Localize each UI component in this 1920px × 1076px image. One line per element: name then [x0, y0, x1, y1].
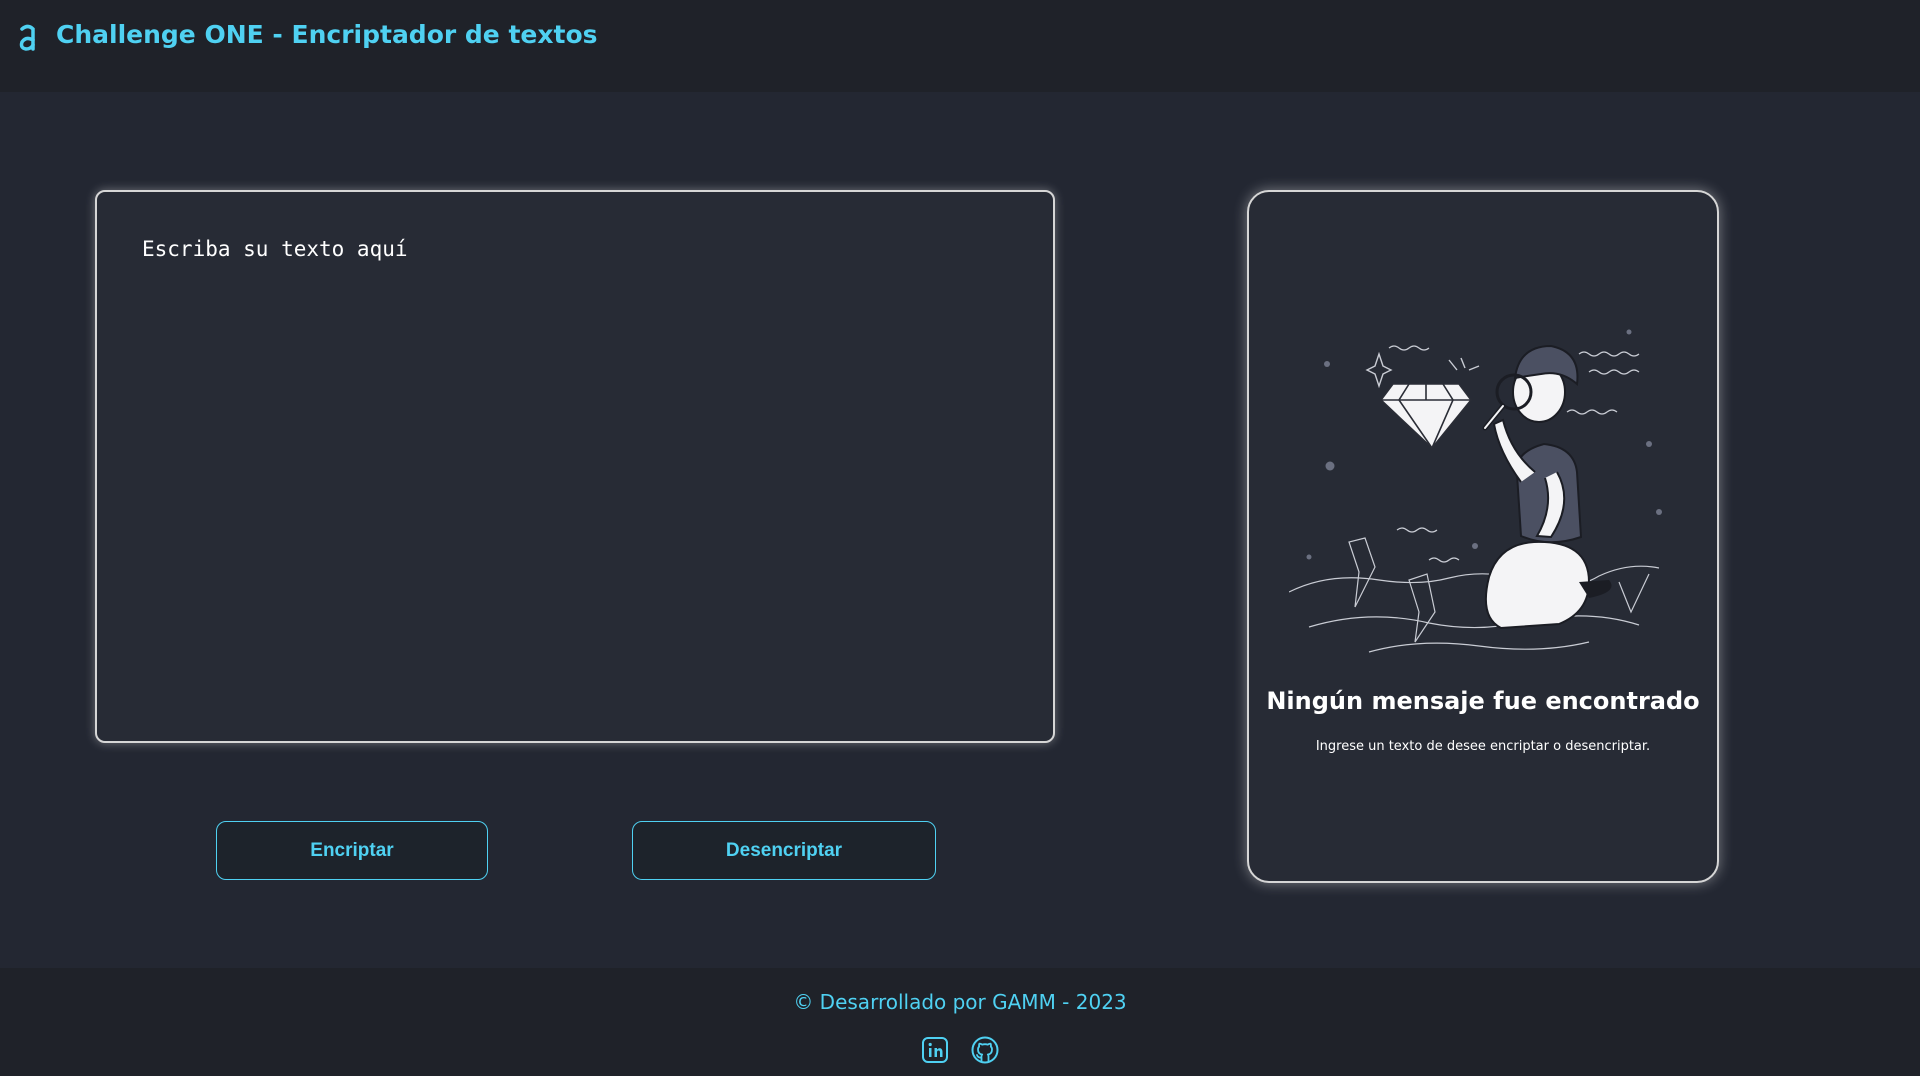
empty-message-title: Ningún mensaje fue encontrado	[1266, 687, 1700, 715]
text-input-card	[95, 190, 1055, 743]
footer-credit: © Desarrollado por GAMM - 2023	[793, 990, 1127, 1014]
alura-logo-icon	[19, 24, 35, 51]
text-input[interactable]	[97, 192, 1053, 741]
page-title: Challenge ONE - Encriptador de textos	[56, 20, 598, 49]
linkedin-link[interactable]	[920, 1035, 950, 1065]
linkedin-icon	[922, 1037, 948, 1063]
github-link[interactable]	[970, 1035, 1000, 1065]
app-header: Challenge ONE - Encriptador de textos	[0, 0, 1920, 92]
app-footer: © Desarrollado por GAMM - 2023	[0, 968, 1920, 1076]
person-with-magnifier-and-diamond-illustration	[1289, 329, 1662, 653]
github-icon	[971, 1036, 999, 1064]
decrypt-button[interactable]: Desencriptar	[632, 821, 936, 880]
empty-message-subtitle: Ingrese un texto de desee encriptar o de…	[1315, 739, 1651, 754]
encrypt-button[interactable]: Encriptar	[216, 821, 488, 880]
output-panel: Ningún mensaje fue encontrado Ingrese un…	[1247, 190, 1719, 883]
